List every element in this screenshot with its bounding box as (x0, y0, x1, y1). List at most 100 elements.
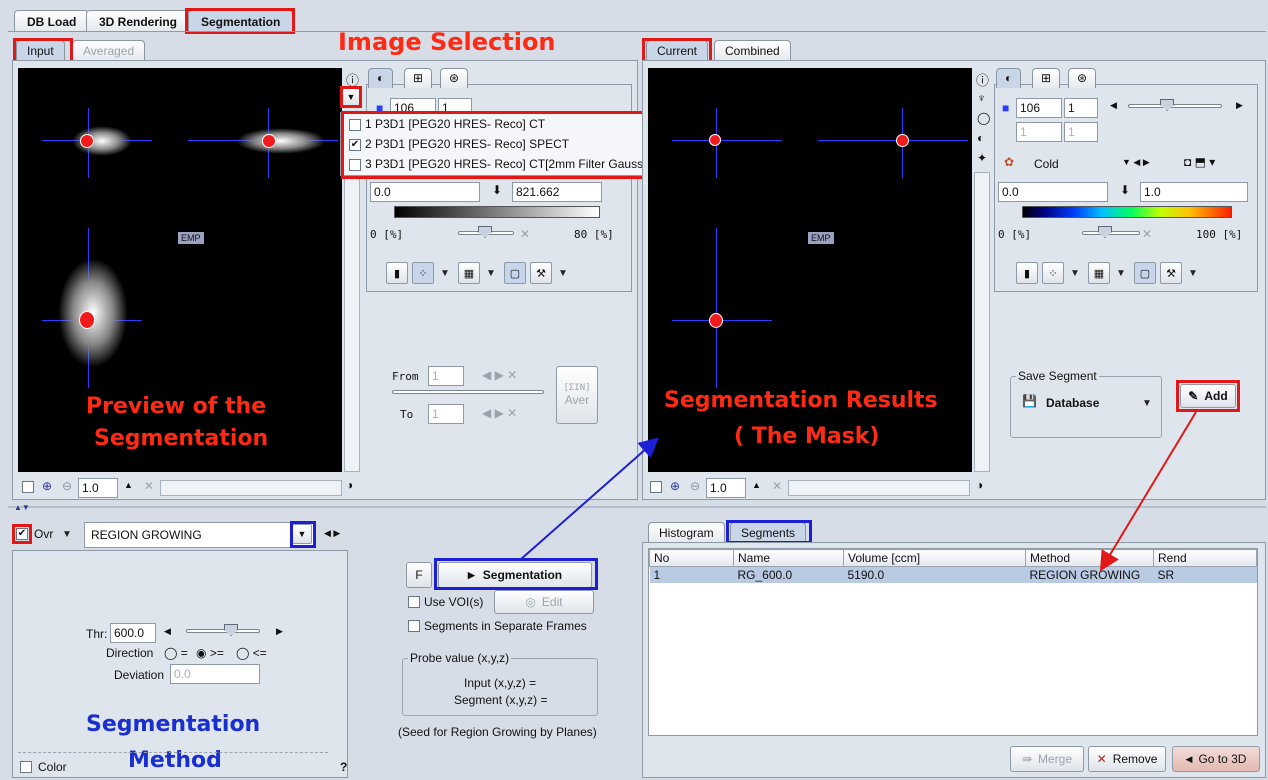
method-select[interactable]: REGION GROWING (84, 522, 316, 548)
right-invert-icon[interactable]: ▮ (1016, 262, 1038, 284)
thr-slider[interactable] (186, 629, 260, 633)
range-reset-icon[interactable]: ✕ (520, 227, 530, 241)
right-pattern-menu-icon[interactable]: ▼ (1116, 268, 1126, 279)
right-zoom-field[interactable]: 1.0 (706, 478, 746, 498)
zoom-in-icon[interactable]: ⊕ (42, 479, 52, 493)
right-pattern-icon[interactable]: ▦ (1088, 262, 1110, 284)
tools-icon[interactable]: ⚒ (530, 262, 552, 284)
deviation-field[interactable]: 0.0 (170, 664, 260, 684)
right-view-checkbox[interactable] (650, 481, 662, 493)
right-frame2a-field[interactable]: 1 (1016, 122, 1062, 142)
right-zoom-up-icon[interactable]: ▲ (752, 480, 761, 490)
tools-menu-icon[interactable]: ▼ (558, 268, 568, 279)
segment-tool-icon[interactable]: ♆ (977, 91, 986, 105)
separate-frames-checkbox[interactable] (408, 620, 420, 632)
right-min-field[interactable]: 0.0 (998, 182, 1108, 202)
save-target-label[interactable]: Database (1046, 396, 1099, 410)
right-slice-slider[interactable] (1128, 104, 1222, 108)
ovr-menu-icon[interactable]: ▼ (62, 529, 72, 540)
go-to-3d-button[interactable]: ◀ Go to 3D (1172, 746, 1260, 772)
right-grid-icon[interactable]: ⁘ (1042, 262, 1064, 284)
col-rend[interactable]: Rend (1153, 549, 1257, 567)
grayscale-bar[interactable] (394, 206, 600, 218)
right-max-field[interactable]: 1.0 (1140, 182, 1248, 202)
thr-next-icon[interactable]: ▶ (276, 626, 283, 637)
series-2-label[interactable]: 2 P3D1 [PEG20 HRES- Reco] SPECT (365, 137, 569, 151)
direction-ge-radio[interactable]: ◉ >= (196, 646, 224, 660)
table-row[interactable]: 1 RG_600.0 5190.0 REGION GROWING SR (649, 566, 1257, 583)
help-icon[interactable]: ? (340, 760, 347, 774)
right-tab-contrast[interactable]: ◐ (996, 68, 1022, 88)
right-orient-icon[interactable]: ◑ (976, 478, 983, 492)
right-range-reset-icon[interactable]: ✕ (1142, 227, 1152, 241)
add-button[interactable]: ✎ Add (1180, 384, 1236, 408)
thr-field[interactable]: 600.0 (110, 623, 156, 643)
method-prev-next-icon[interactable]: ◀ ▶ (324, 528, 340, 539)
series-1-label[interactable]: 1 P3D1 [PEG20 HRES- Reco] CT (365, 117, 545, 131)
right-max-adjust-icon[interactable]: ⬇ (1120, 183, 1130, 197)
tab-current[interactable]: Current (646, 40, 709, 60)
tab-combined[interactable]: Combined (714, 40, 791, 60)
right-zoom-reset-icon[interactable]: ✕ (772, 479, 782, 493)
tab-input[interactable]: Input (16, 40, 65, 60)
tab-averaged[interactable]: Averaged (72, 40, 146, 60)
left-max-field[interactable]: 821.662 (512, 182, 602, 202)
right-frame2b-field[interactable]: 1 (1064, 122, 1098, 142)
vertical-scrollbar[interactable] (344, 172, 360, 472)
method-dropdown-icon[interactable]: ▼ (292, 524, 312, 544)
tab-contrast[interactable]: ◐ (368, 68, 394, 88)
col-volume[interactable]: Volume [ccm] (843, 549, 1026, 567)
pattern-menu-icon[interactable]: ▼ (486, 268, 496, 279)
col-no[interactable]: No (649, 549, 734, 567)
colormap-dropdown-icon[interactable]: ▼ ◀ ▶ (1122, 157, 1150, 168)
from-nav-icon[interactable]: ◀ ▶ ✕ (482, 368, 517, 382)
zoom-reset-icon[interactable]: ✕ (144, 479, 154, 493)
ovr-checkbox[interactable]: ✔ (16, 528, 28, 540)
colormap-label[interactable]: Cold (1034, 157, 1059, 171)
f-button[interactable]: F (406, 562, 432, 588)
frame-range-slider[interactable] (392, 390, 544, 394)
direction-le-radio[interactable]: ◯ <= (236, 646, 267, 660)
left-view-checkbox[interactable] (22, 481, 34, 493)
outline-icon[interactable]: ◯ (977, 111, 990, 125)
right-horizontal-scrollbar[interactable] (788, 480, 970, 496)
tab-segments[interactable]: Segments (730, 522, 807, 542)
grid-menu-icon[interactable]: ▼ (440, 268, 450, 279)
right-grid-menu-icon[interactable]: ▼ (1070, 268, 1080, 279)
save-target-dropdown-icon[interactable]: ▼ (1142, 398, 1152, 409)
crosshair-icon[interactable]: ✦ (977, 151, 987, 165)
to-nav-icon[interactable]: ◀ ▶ ✕ (482, 406, 517, 420)
from-field[interactable]: 1 (428, 366, 464, 386)
pattern-icon[interactable]: ▦ (458, 262, 480, 284)
cold-color-bar[interactable] (1022, 206, 1232, 218)
zoom-field[interactable]: 1.0 (78, 478, 118, 498)
right-zoom-out-icon[interactable]: ⊖ (690, 479, 700, 493)
tab-3d-rendering[interactable]: 3D Rendering (86, 10, 191, 32)
to-field[interactable]: 1 (428, 404, 464, 424)
direction-eq-radio[interactable]: ◯ = (164, 646, 188, 660)
tab-layout[interactable]: ⊞ (404, 68, 433, 88)
zoom-out-icon[interactable]: ⊖ (62, 479, 72, 493)
tab-histogram[interactable]: Histogram (648, 522, 725, 542)
use-vois-checkbox[interactable] (408, 596, 420, 608)
max-adjust-icon[interactable]: ⬇ (492, 183, 502, 197)
series-dropdown-button[interactable]: ▼ (342, 88, 360, 106)
thr-prev-icon[interactable]: ◀ (164, 626, 171, 637)
tab-db-load[interactable]: DB Load (14, 10, 90, 32)
grid-icon[interactable]: ⁘ (412, 262, 434, 284)
right-tools-menu-icon[interactable]: ▼ (1188, 268, 1198, 279)
horizontal-scrollbar[interactable] (160, 480, 342, 496)
series-3-checkbox[interactable] (349, 159, 361, 171)
edit-button[interactable]: ◎ Edit (494, 590, 594, 614)
orient-icon[interactable]: ◑ (346, 478, 353, 492)
tab-fusion[interactable]: ⊛ (440, 68, 469, 88)
palette-icon[interactable]: ✿ (1004, 155, 1014, 169)
right-frame-field[interactable]: 1 (1064, 98, 1098, 118)
slice-next-icon[interactable]: ▶ (1236, 100, 1243, 111)
color-checkbox[interactable] (20, 761, 32, 773)
slice-prev-icon[interactable]: ◀ (1110, 100, 1117, 111)
right-info-icon[interactable]: ⓘ (976, 70, 989, 89)
aver-button[interactable]: [ΣIN] Aver (556, 366, 598, 424)
info-icon[interactable]: ⓘ (346, 70, 359, 89)
right-vertical-scrollbar[interactable] (974, 172, 990, 472)
